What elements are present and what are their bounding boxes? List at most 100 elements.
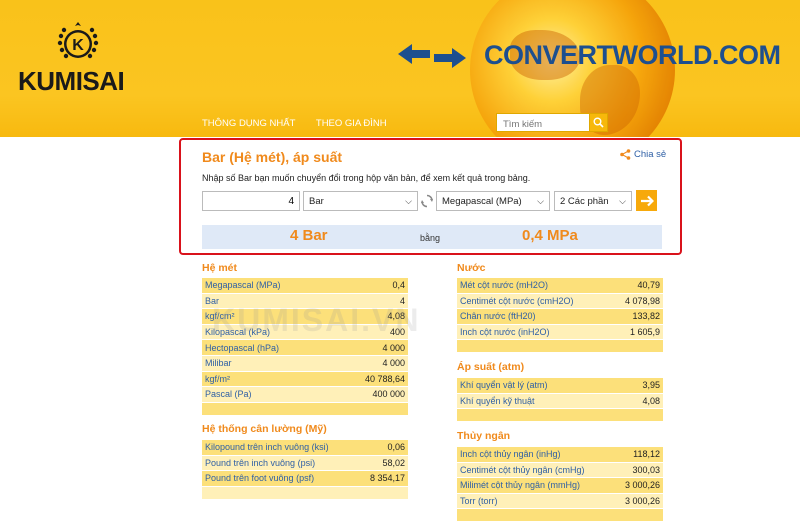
table-row: kgf/m² 40 788,64 (202, 371, 408, 388)
to-unit-select[interactable]: Megapascal (MPa) ⌵ (436, 191, 550, 211)
unit-name-link[interactable]: Kilopound trên inch vuông (ksi) (205, 442, 329, 452)
unit-value: 1 605,9 (629, 327, 660, 338)
search-button[interactable] (589, 114, 607, 131)
table-row: Milibar 4 000 (202, 355, 408, 372)
water-table: Mét cột nước (mH2O) 40,79 Centimét cột nướ… (457, 278, 663, 353)
unit-value: 118,12 (633, 449, 660, 460)
share-icon (620, 149, 631, 160)
unit-value: 0,4 (392, 280, 405, 291)
unit-name-link[interactable]: Khí quyển kỹ thuật (460, 396, 535, 406)
unit-name-link[interactable]: Milibar (205, 358, 232, 368)
table-row: Centimét cột nước (cmH2O) 4 078,98 (457, 293, 663, 310)
table-row: Chân nước (ftH20) 133,82 (457, 309, 663, 325)
unit-value: 4 000 (382, 358, 405, 369)
table-footer (457, 509, 663, 521)
unit-name-link[interactable]: Torr (torr) (460, 496, 498, 506)
table-row: Torr (torr) 3 000,26 (457, 493, 663, 510)
unit-value: 4 078,98 (624, 295, 660, 306)
table-row: Pound trên foot vuông (psf) 8 354,17 (202, 471, 408, 487)
table-footer (202, 402, 408, 415)
convert-button[interactable] (636, 190, 657, 211)
unit-name-link[interactable]: Milimét cột thủy ngân (mmHg) (460, 480, 580, 490)
unit-value: 3,95 (642, 380, 660, 391)
unit-value: 40,79 (637, 280, 660, 291)
swap-icon[interactable] (421, 194, 433, 208)
precision-select[interactable]: 2 Các phần ⌵ (554, 191, 632, 211)
table-row: Hectopascal (hPa) 4 000 (202, 340, 408, 356)
to-unit-value: Megapascal (MPa) (442, 195, 522, 207)
table-footer (457, 340, 663, 353)
result-from: 4 Bar (290, 227, 328, 244)
chevron-down-icon: ⌵ (405, 195, 412, 206)
from-unit-select[interactable]: Bar ⌵ (303, 191, 418, 211)
unit-value: 4,08 (642, 395, 660, 406)
table-row: Inch cột nước (inH2O) 1 605,9 (457, 324, 663, 341)
unit-name-link[interactable]: Khí quyển vật lý (atm) (460, 380, 548, 390)
table-row: Khí quyển kỹ thuật 4,08 (457, 393, 663, 410)
search-box (496, 113, 608, 133)
share-label: Chia sẻ (634, 149, 667, 160)
search-input[interactable] (497, 116, 589, 133)
unit-value: 4 000 (382, 342, 405, 353)
unit-name-link[interactable]: Hectopascal (hPa) (205, 343, 279, 353)
nav-by-family[interactable]: THEO GIA ĐÌNH (316, 118, 387, 129)
atm-table: Khí quyển vật lý (atm) 3,95 Khí quyển kỹ t… (457, 378, 663, 422)
unit-value: 400 000 (372, 389, 405, 400)
unit-value: 58,02 (382, 457, 405, 468)
converter-instruction: Nhập số Bar bạn muốn chuyển đổi trong hộ… (202, 173, 531, 183)
unit-name-link[interactable]: Chân nước (ftH20) (460, 311, 535, 321)
metric-table: Megapascal (MPa) 0,4 Bar 4 kgf/cm² 4,08 Kilopa… (202, 278, 408, 415)
unit-name-link[interactable]: Pound trên inch vuông (psi) (205, 458, 315, 468)
precision-value: 2 Các phần (560, 195, 609, 207)
unit-name-link[interactable]: Pound trên foot vuông (psf) (205, 473, 314, 483)
table-footer (202, 486, 408, 499)
site-header: K KUMISAI CONVERTWORLD.COM THÔNG DỤNG NH… (0, 0, 800, 137)
kumisai-logo[interactable]: K KUMISAI (18, 18, 128, 98)
unit-name-link[interactable]: kgf/m² (205, 374, 230, 384)
search-icon (593, 117, 604, 128)
unit-name-link[interactable]: Inch cột nước (inH2O) (460, 327, 549, 337)
nav-most-popular[interactable]: THÔNG DỤNG NHẤT (202, 118, 295, 129)
unit-value: 300,03 (632, 464, 660, 475)
mercury-table: Inch cột thủy ngân (inHg) 118,12 Centimét … (457, 447, 663, 521)
table-row: Mét cột nước (mH2O) 40,79 (457, 278, 663, 294)
unit-name-link[interactable]: Centimét cột thủy ngân (cmHg) (460, 465, 585, 475)
from-unit-value: Bar (309, 195, 324, 207)
unit-value: 3 000,26 (624, 496, 660, 507)
logo-letter: K (72, 37, 84, 54)
unit-name-link[interactable]: Mét cột nước (mH2O) (460, 280, 548, 290)
unit-value: 0,06 (387, 442, 405, 453)
table-row: Pound trên inch vuông (psi) 58,02 (202, 455, 408, 472)
unit-name-link[interactable]: Pascal (Pa) (205, 389, 252, 399)
unit-value: 133,82 (632, 311, 660, 322)
unit-name-link[interactable]: Inch cột thủy ngân (inHg) (460, 449, 561, 459)
section-imperial-title: Hệ thống cân lường (Mỹ) (202, 423, 327, 435)
chevron-down-icon: ⌵ (619, 195, 626, 206)
logo-text: KUMISAI (18, 66, 125, 96)
convert-arrows-icon (398, 44, 466, 68)
table-row: Milimét cột thủy ngân (mmHg) 3 000,26 (457, 478, 663, 494)
table-row: Centimét cột thủy ngân (cmHg) 300,03 (457, 462, 663, 479)
watermark-text: KUMISAI.VN (212, 302, 421, 338)
unit-value: 40 788,64 (364, 373, 405, 384)
imperial-table: Kilopound trên inch vuông (ksi) 0,06 Pound… (202, 440, 408, 499)
section-atm-title: Áp suất (atm) (457, 361, 525, 373)
main-nav: THÔNG DỤNG NHẤT THEO GIA ĐÌNH (202, 118, 405, 129)
chevron-down-icon: ⌵ (537, 195, 544, 206)
unit-value: 3 000,26 (624, 480, 660, 491)
arrow-right-icon (640, 195, 654, 206)
section-mercury-title: Thủy ngân (457, 430, 511, 442)
table-row: Khí quyển vật lý (atm) 3,95 (457, 378, 663, 394)
section-metric-title: Hệ mét (202, 262, 238, 274)
unit-name-link[interactable]: Megapascal (MPa) (205, 280, 281, 290)
value-input[interactable] (202, 191, 300, 211)
table-footer (457, 409, 663, 422)
convertworld-brand[interactable]: CONVERTWORLD.COM (484, 40, 781, 71)
unit-name-link[interactable]: Centimét cột nước (cmH2O) (460, 296, 573, 306)
kumisai-emblem-icon: K (57, 22, 99, 59)
table-row: Pascal (Pa) 400 000 (202, 387, 408, 403)
result-to: 0,4 MPa (522, 227, 578, 244)
table-row: Kilopound trên inch vuông (ksi) 0,06 (202, 440, 408, 456)
converter-title: Bar (Hệ mét), áp suất (202, 149, 343, 165)
share-link[interactable]: Chia sẻ (620, 149, 666, 160)
